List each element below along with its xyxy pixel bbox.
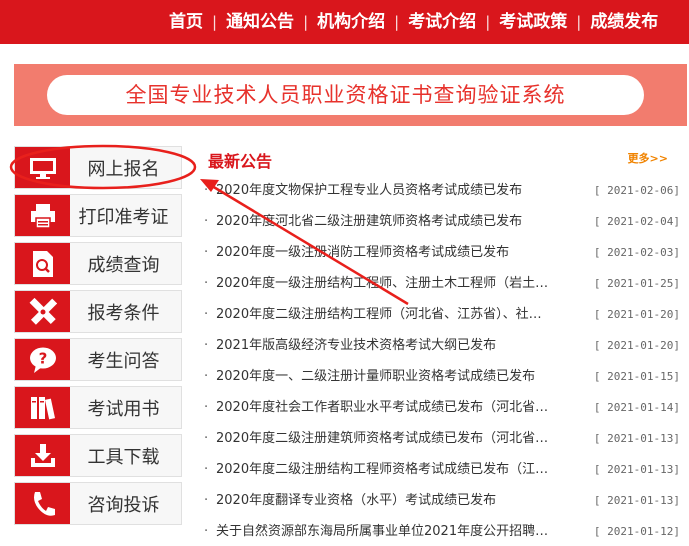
- notices-header: 最新公告 更多>>: [200, 146, 680, 174]
- list-item: · 2020年度一、二级注册计量师职业资格考试成绩已发布 [ 2021-01-15]: [200, 361, 680, 392]
- notice-date: [ 2021-02-06]: [593, 184, 680, 197]
- notice-title-link[interactable]: 2020年度社会工作者职业水平考试成绩已发布（河北省…: [216, 392, 566, 423]
- nav-separator: |: [212, 13, 218, 31]
- list-item: · 2020年度河北省二级注册建筑师资格考试成绩已发布 [ 2021-02-04]: [200, 206, 680, 237]
- side-item-online-registration[interactable]: 网上报名: [14, 146, 182, 189]
- side-item-print-admission[interactable]: 打印准考证: [14, 194, 182, 237]
- nav-list: 首页 | 通知公告 | 机构介绍 | 考试介绍 | 考试政策 | 成绩发布: [160, 0, 667, 44]
- list-item: · 2020年度二级注册结构工程师资格考试成绩已发布（江… [ 2021-01-13…: [200, 454, 680, 485]
- list-item: · 2020年度文物保护工程专业人员资格考试成绩已发布 [ 2021-02-06]: [200, 175, 680, 206]
- notice-date: [ 2021-01-15]: [593, 370, 680, 383]
- bullet-icon: ·: [204, 493, 209, 508]
- side-item-complaints[interactable]: 咨询投诉: [14, 482, 182, 525]
- nav-item-exam-policy[interactable]: 考试政策: [490, 0, 576, 44]
- notice-title-link[interactable]: 2020年度河北省二级注册建筑师资格考试成绩已发布: [216, 206, 566, 237]
- notice-title-link[interactable]: 2020年度翻译专业资格（水平）考试成绩已发布: [216, 485, 566, 516]
- notice-date: [ 2021-01-20]: [593, 339, 680, 352]
- list-item: · 关于自然资源部东海局所属事业单位2021年度公开招聘… [ 2021-01-12…: [200, 516, 680, 546]
- list-item: · 2020年度一级注册结构工程师、注册土木工程师（岩土… [ 2021-01-25…: [200, 268, 680, 299]
- monitor-icon: [15, 147, 70, 188]
- notice-title-link[interactable]: 2020年度一级注册消防工程师资格考试成绩已发布: [216, 237, 566, 268]
- notice-date: [ 2021-01-13]: [593, 494, 680, 507]
- books-icon: [15, 387, 70, 428]
- side-item-label: 网上报名: [87, 158, 160, 180]
- list-item: · 2020年度二级注册建筑师资格考试成绩已发布（河北省… [ 2021-01-13…: [200, 423, 680, 454]
- notice-date: [ 2021-02-03]: [593, 246, 680, 259]
- notices-panel: 最新公告 更多>> · 2020年度文物保护工程专业人员资格考试成绩已发布 [ 20…: [200, 146, 680, 546]
- nav-item-home[interactable]: 首页: [160, 0, 212, 44]
- notice-date: [ 2021-01-12]: [593, 525, 680, 538]
- notice-date: [ 2021-01-14]: [593, 401, 680, 414]
- notice-date: [ 2021-01-20]: [593, 308, 680, 321]
- notice-title-link[interactable]: 2021年版高级经济专业技术资格考试大纲已发布: [216, 330, 566, 361]
- bullet-icon: ·: [204, 338, 209, 353]
- side-item-label: 考生问答: [87, 350, 160, 372]
- phone-icon: [15, 483, 70, 524]
- side-item-label: 工具下载: [87, 446, 160, 468]
- side-item-label: 考试用书: [87, 398, 160, 420]
- nav-separator: |: [303, 13, 309, 31]
- notice-title-link[interactable]: 2020年度二级注册建筑师资格考试成绩已发布（河北省…: [216, 423, 566, 454]
- banner: 全国专业技术人员职业资格证书查询验证系统: [14, 64, 687, 126]
- svg-text:?: ?: [38, 349, 47, 367]
- banner-title: 全国专业技术人员职业资格证书查询验证系统: [125, 83, 566, 107]
- nav-separator: |: [485, 13, 491, 31]
- notice-date: [ 2021-02-04]: [593, 215, 680, 228]
- side-menu: 网上报名 打印准考证 成绩查询 报考条件 ? 考生问答 考试用书 工具下载 咨询…: [14, 146, 182, 530]
- notice-date: [ 2021-01-13]: [593, 463, 680, 476]
- list-item: · 2020年度翻译专业资格（水平）考试成绩已发布 [ 2021-01-13]: [200, 485, 680, 516]
- bullet-icon: ·: [204, 307, 209, 322]
- list-item: · 2020年度二级注册结构工程师（河北省、江苏省）、社… [ 2021-01-20…: [200, 299, 680, 330]
- bullet-icon: ·: [204, 524, 209, 539]
- banner-pill[interactable]: 全国专业技术人员职业资格证书查询验证系统: [47, 75, 644, 115]
- nav-separator: |: [394, 13, 400, 31]
- side-item-label: 报考条件: [87, 302, 160, 324]
- bullet-icon: ·: [204, 183, 209, 198]
- printer-icon: [15, 195, 70, 236]
- notice-title-link[interactable]: 2020年度二级注册结构工程师（河北省、江苏省）、社…: [216, 299, 566, 330]
- notice-title-link[interactable]: 关于自然资源部东海局所属事业单位2021年度公开招聘…: [216, 516, 566, 546]
- question-bubble-icon: ?: [15, 339, 70, 380]
- notice-date: [ 2021-01-13]: [593, 432, 680, 445]
- bullet-icon: ·: [204, 400, 209, 415]
- top-nav: 首页 | 通知公告 | 机构介绍 | 考试介绍 | 考试政策 | 成绩发布: [0, 0, 689, 44]
- list-item: · 2021年版高级经济专业技术资格考试大纲已发布 [ 2021-01-20]: [200, 330, 680, 361]
- bullet-icon: ·: [204, 276, 209, 291]
- notice-list: · 2020年度文物保护工程专业人员资格考试成绩已发布[ 2021-02-06] …: [200, 175, 680, 546]
- notice-title-link[interactable]: 2020年度一、二级注册计量师职业资格考试成绩已发布: [216, 361, 566, 392]
- side-item-score-query[interactable]: 成绩查询: [14, 242, 182, 285]
- notice-title-link[interactable]: 2020年度二级注册结构工程师资格考试成绩已发布（江…: [216, 454, 566, 485]
- nav-item-institution[interactable]: 机构介绍: [308, 0, 394, 44]
- nav-item-notices[interactable]: 通知公告: [217, 0, 303, 44]
- list-item: · 2020年度社会工作者职业水平考试成绩已发布（河北省… [ 2021-01-14…: [200, 392, 680, 423]
- side-item-requirements[interactable]: 报考条件: [14, 290, 182, 333]
- bullet-icon: ·: [204, 214, 209, 229]
- bullet-icon: ·: [204, 431, 209, 446]
- download-icon: [15, 435, 70, 476]
- more-link[interactable]: 更多>>: [628, 150, 668, 166]
- document-search-icon: [15, 243, 70, 284]
- nav-item-results[interactable]: 成绩发布: [581, 0, 667, 44]
- notice-title-link[interactable]: 2020年度文物保护工程专业人员资格考试成绩已发布: [216, 175, 566, 206]
- bullet-icon: ·: [204, 245, 209, 260]
- side-item-books[interactable]: 考试用书: [14, 386, 182, 429]
- nav-separator: |: [576, 13, 582, 31]
- list-item: · 2020年度一级注册消防工程师资格考试成绩已发布 [ 2021-02-03]: [200, 237, 680, 268]
- side-item-label: 打印准考证: [78, 206, 169, 228]
- notice-date: [ 2021-01-25]: [593, 277, 680, 290]
- notices-title: 最新公告: [208, 152, 273, 171]
- side-item-label: 成绩查询: [87, 254, 160, 276]
- side-item-qa[interactable]: ? 考生问答: [14, 338, 182, 381]
- bullet-icon: ·: [204, 462, 209, 477]
- bullet-icon: ·: [204, 369, 209, 384]
- pencil-ruler-icon: [15, 291, 70, 332]
- nav-item-exam-intro[interactable]: 考试介绍: [399, 0, 485, 44]
- side-item-label: 咨询投诉: [87, 494, 160, 516]
- notice-title-link[interactable]: 2020年度一级注册结构工程师、注册土木工程师（岩土…: [216, 268, 566, 299]
- side-item-downloads[interactable]: 工具下载: [14, 434, 182, 477]
